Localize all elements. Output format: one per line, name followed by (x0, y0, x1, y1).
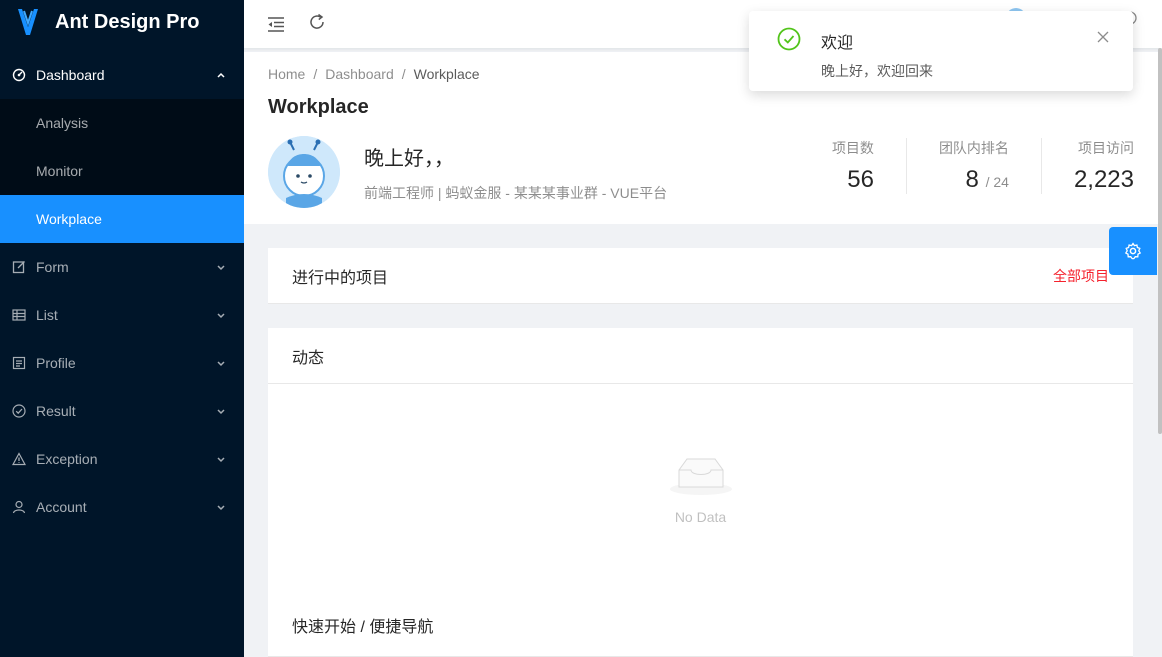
sidebar: Ant Design Pro Dashboard Analysis Monito… (0, 0, 244, 657)
stat-value: 2,223 (1074, 166, 1134, 194)
check-circle-icon (12, 404, 26, 418)
projects-card: 进行中的项目 全部项目 (268, 248, 1133, 304)
stat-project-visits: 项目访问 2,223 (1040, 138, 1134, 194)
sidebar-item-label: List (36, 307, 58, 323)
chevron-down-icon (217, 457, 225, 463)
dashboard-icon (12, 68, 26, 82)
sidebar-item-list[interactable]: List (0, 291, 244, 339)
breadcrumb-workplace: Workplace (413, 66, 480, 82)
stat-label: 项目数 (831, 140, 874, 156)
chevron-down-icon (217, 505, 225, 511)
sidebar-item-label: Account (36, 499, 87, 515)
user-profile: 晚上好，， 前端工程师 | 蚂蚁金服 - 某某某事业群 - VUE平台 (268, 136, 667, 208)
chevron-down-icon (217, 265, 225, 271)
logo-icon (18, 9, 38, 35)
stat-projects: 项目数 56 (832, 138, 874, 194)
settings-drawer-button[interactable] (1109, 227, 1157, 275)
sidebar-item-label: Form (36, 259, 69, 275)
sidebar-item-label: Workplace (36, 211, 102, 227)
table-icon (12, 308, 26, 322)
setting-icon (1124, 242, 1142, 260)
app-title: Ant Design Pro (55, 10, 200, 33)
menu-fold-icon[interactable] (266, 14, 286, 34)
sidebar-item-analysis[interactable]: Analysis (0, 99, 244, 147)
empty-state: No Data (268, 384, 1133, 594)
scrollbar-thumb[interactable] (1158, 48, 1162, 434)
logo[interactable]: Ant Design Pro (0, 0, 244, 44)
empty-text: No Data (674, 508, 727, 525)
sidebar-item-form[interactable]: Form (0, 243, 244, 291)
sidebar-item-label: Analysis (36, 115, 89, 131)
reload-icon[interactable] (307, 12, 327, 32)
sidebar-item-label: Exception (36, 451, 98, 467)
stat-value: 56 (832, 166, 874, 194)
user-icon (12, 500, 26, 514)
sidebar-item-profile[interactable]: Profile (0, 339, 244, 387)
greeting: 晚上好，， (364, 148, 454, 170)
breadcrumb-home[interactable]: Home (268, 66, 305, 82)
sidebar-item-label: Monitor (36, 163, 83, 179)
stat-value: 8 / 24 (939, 166, 1009, 194)
form-icon (12, 260, 26, 274)
all-projects-link[interactable]: 全部项目 (1053, 266, 1109, 286)
card-title: 动态 (292, 349, 325, 367)
stat-number: 8 (965, 166, 979, 193)
card-title: 进行中的项目 (292, 269, 389, 287)
user-subtitle: 前端工程师 | 蚂蚁金服 - 某某某事业群 - VUE平台 (364, 185, 668, 201)
stat-label: 项目访问 (1078, 140, 1134, 156)
profile-icon (12, 356, 26, 370)
chevron-down-icon (217, 361, 225, 367)
sidebar-item-exception[interactable]: Exception (0, 435, 244, 483)
notification-title: 欢迎 (821, 35, 854, 52)
empty-inbox-icon (669, 458, 732, 495)
quick-start-header: 快速开始 / 便捷导航 (268, 594, 1133, 657)
sidebar-item-result[interactable]: Result (0, 387, 244, 435)
breadcrumb-separator: / (313, 66, 318, 82)
check-circle-icon (777, 27, 801, 51)
sidebar-item-dashboard[interactable]: Dashboard (0, 51, 244, 99)
sidebar-item-monitor[interactable]: Monitor (0, 147, 244, 195)
warning-icon (12, 452, 26, 466)
stat-suffix: / 24 (985, 174, 1009, 190)
welcome-notification: 欢迎 晚上好，欢迎回来 (749, 11, 1133, 91)
chevron-down-icon (217, 409, 225, 415)
sidebar-item-workplace[interactable]: Workplace (0, 195, 244, 243)
stat-number: 2,223 (1073, 166, 1134, 193)
card-title: 快速开始 / 便捷导航 (292, 619, 434, 636)
activity-card: 动态 No Data 快速开始 / 便捷导航 (268, 328, 1133, 657)
chevron-up-icon (217, 72, 225, 78)
stat-team-rank: 团队内排名 8 / 24 (905, 138, 1009, 194)
sidebar-item-label: Result (36, 403, 76, 419)
dashboard-submenu: Analysis Monitor Workplace (0, 99, 244, 243)
avatar (268, 136, 340, 208)
sidebar-item-label: Dashboard (36, 67, 105, 83)
stats: 项目数 56 团队内排名 8 / 24 项目访问 2,223 (832, 138, 1134, 194)
close-icon[interactable] (1097, 31, 1109, 43)
card-header: 进行中的项目 全部项目 (268, 248, 1133, 304)
breadcrumb-separator: / (401, 66, 406, 82)
sidebar-item-account[interactable]: Account (0, 483, 244, 531)
card-header: 动态 (268, 328, 1133, 384)
stat-number: 56 (847, 166, 874, 193)
breadcrumb-dashboard[interactable]: Dashboard (325, 66, 394, 82)
sidebar-item-label: Profile (36, 355, 76, 371)
chevron-down-icon (217, 313, 225, 319)
notification-description: 晚上好，欢迎回来 (821, 63, 933, 79)
stat-label: 团队内排名 (938, 140, 1009, 156)
profile-text: 晚上好，， 前端工程师 | 蚂蚁金服 - 某某某事业群 - VUE平台 (364, 136, 667, 203)
page-title: Workplace (268, 96, 369, 118)
